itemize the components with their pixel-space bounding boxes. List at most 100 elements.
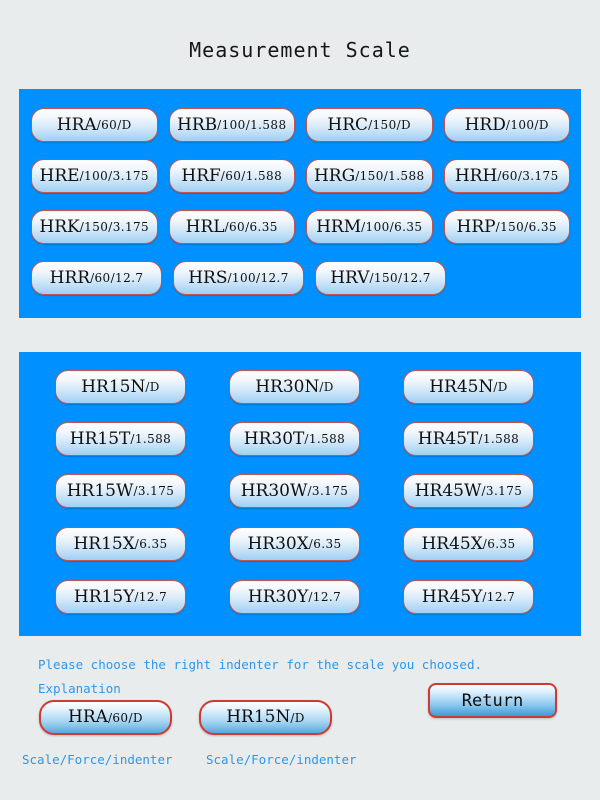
scale-button-hr45x[interactable]: HR45X/6.35 (403, 527, 534, 561)
scale-button-hrc[interactable]: HRC/150/D (306, 108, 433, 142)
scale-code: HR30N (255, 376, 320, 397)
scale-code: HRF (181, 165, 221, 186)
scale-button-hrs[interactable]: HRS/100/12.7 (173, 261, 304, 295)
scale-code: HRG (313, 165, 356, 186)
scale-spec: /150/6.35 (495, 220, 557, 234)
scale-spec: /100/1.588 (217, 118, 287, 132)
scale-spec: /150/12.7 (369, 271, 431, 285)
scale-button-hr45y[interactable]: HR45Y/12.7 (403, 580, 534, 614)
scale-spec: /60/6.35 (224, 220, 278, 234)
scale-button-hr30x[interactable]: HR30X/6.35 (229, 527, 360, 561)
superficial-row-3: HR15W/3.175 HR30W/3.175 HR45W/3.175 (55, 474, 581, 508)
scale-button-hr30w[interactable]: HR30W/3.175 (229, 474, 360, 508)
example-button-hra[interactable]: HRA/60/D (39, 700, 172, 735)
scale-code: HRH (454, 165, 498, 186)
scale-button-hr15w[interactable]: HR15W/3.175 (55, 474, 186, 508)
scale-code: HRP (456, 216, 496, 237)
scale-code: HRV (330, 267, 370, 288)
scale-code: HRE (39, 165, 80, 186)
scale-code: HRK (39, 216, 80, 237)
scale-code: HR15T (69, 428, 131, 449)
scale-code: HRS (188, 267, 228, 288)
scale-spec: /100/3.175 (79, 169, 149, 183)
scale-spec: /D (493, 380, 508, 394)
scale-code: HR30T (243, 428, 305, 449)
scale-spec: /60/D (96, 118, 132, 132)
superficial-row-2: HR15T/1.588 HR30T/1.588 HR45T/1.588 (55, 422, 581, 456)
scale-code: HRR (49, 267, 91, 288)
scale-code: HRA (68, 707, 108, 727)
scale-button-hr30y[interactable]: HR30Y/12.7 (229, 580, 360, 614)
superficial-row-1: HR15N/D HR30N/D HR45N/D (55, 370, 581, 404)
scale-code: HRL (185, 216, 225, 237)
scale-code: HR30X (247, 533, 309, 554)
scale-code: HR45T (417, 428, 479, 449)
scale-row-2: HRE/100/3.175 HRF/60/1.588 HRG/150/1.588… (31, 159, 581, 193)
scale-button-hrm[interactable]: HRM/100/6.35 (306, 210, 433, 244)
scale-code: HRA (56, 114, 97, 135)
superficial-row-4: HR15X/6.35 HR30X/6.35 HR45X/6.35 (55, 527, 581, 561)
scale-spec: /12.7 (308, 590, 342, 604)
scale-button-hrk[interactable]: HRK/150/3.175 (31, 210, 158, 244)
scale-spec: /6.35 (482, 537, 516, 551)
scale-spec: /100/12.7 (227, 271, 289, 285)
legend-left: Scale/Force/indenter (22, 752, 173, 767)
scale-code: HR15X (73, 533, 135, 554)
scale-button-hre[interactable]: HRE/100/3.175 (31, 159, 158, 193)
instruction-text: Please choose the right indenter for the… (38, 657, 483, 672)
scale-code: HR15Y (73, 586, 135, 607)
return-button-label: Return (461, 690, 524, 711)
scale-button-hr15t[interactable]: HR15T/1.588 (55, 422, 186, 456)
scale-code: HRC (327, 114, 369, 135)
scale-code: HR45W (414, 480, 482, 501)
scale-button-hr30n[interactable]: HR30N/D (229, 370, 360, 404)
scale-button-hrh[interactable]: HRH/60/3.175 (443, 159, 570, 193)
scale-button-hr15n[interactable]: HR15N/D (55, 370, 186, 404)
scale-button-hrb[interactable]: HRB/100/1.588 (168, 108, 295, 142)
scale-code: HR15N (226, 707, 291, 727)
scale-button-hr45w[interactable]: HR45W/3.175 (403, 474, 534, 508)
scale-code: HR30W (240, 480, 308, 501)
scale-button-hr15x[interactable]: HR15X/6.35 (55, 527, 186, 561)
measurement-scale-screen: Measurement Scale HRA/60/D HRB/100/1.588… (0, 0, 600, 800)
scale-spec: /150/3.175 (79, 220, 150, 234)
scale-spec: /1.588 (478, 432, 520, 446)
scale-spec: /100/6.35 (361, 220, 423, 234)
scale-spec: /3.175 (481, 484, 523, 498)
scale-button-hr15y[interactable]: HR15Y/12.7 (55, 580, 186, 614)
legend-right: Scale/Force/indenter (206, 752, 357, 767)
scale-code: HRD (464, 114, 506, 135)
scale-spec: /6.35 (308, 537, 342, 551)
scale-code: HR45Y (421, 586, 483, 607)
scale-button-hr30t[interactable]: HR30T/1.588 (229, 422, 360, 456)
scale-button-hrr[interactable]: HRR/60/12.7 (31, 261, 162, 295)
scale-spec: /60/12.7 (90, 271, 144, 285)
scale-spec: /1.588 (130, 432, 172, 446)
scale-code: HR15W (66, 480, 134, 501)
scale-button-hrl[interactable]: HRL/60/6.35 (168, 210, 295, 244)
scale-button-hr45n[interactable]: HR45N/D (403, 370, 534, 404)
scale-button-hrd[interactable]: HRD/100/D (443, 108, 570, 142)
scale-spec: /150/1.588 (355, 169, 425, 183)
scale-row-4: HRR/60/12.7 HRS/100/12.7 HRV/150/12.7 (31, 261, 581, 295)
scale-spec: /D (145, 380, 160, 394)
scale-button-hr45t[interactable]: HR45T/1.588 (403, 422, 534, 456)
scale-button-hrv[interactable]: HRV/150/12.7 (315, 261, 446, 295)
superficial-row-5: HR15Y/12.7 HR30Y/12.7 HR45Y/12.7 (55, 580, 581, 614)
scale-code: HR15N (81, 376, 146, 397)
scale-code: HR45X (421, 533, 483, 554)
scale-button-hrp[interactable]: HRP/150/6.35 (443, 210, 570, 244)
scale-code: HR45N (429, 376, 494, 397)
scale-code: HRM (316, 216, 362, 237)
regular-scales-panel: HRA/60/D HRB/100/1.588 HRC/150/D HRD/100… (19, 89, 581, 318)
scale-spec: /D (290, 710, 305, 725)
scale-button-hrf[interactable]: HRF/60/1.588 (168, 159, 295, 193)
scale-row-1: HRA/60/D HRB/100/1.588 HRC/150/D HRD/100… (31, 108, 581, 142)
scale-button-hrg[interactable]: HRG/150/1.588 (306, 159, 433, 193)
example-button-hr15n[interactable]: HR15N/D (199, 700, 332, 735)
scale-spec: /D (319, 380, 334, 394)
return-button[interactable]: Return (428, 683, 557, 718)
superficial-scales-panel: HR15N/D HR30N/D HR45N/D HR15T/1.588 HR30… (19, 352, 581, 636)
scale-button-hra[interactable]: HRA/60/D (31, 108, 158, 142)
scale-spec: /60/D (107, 710, 143, 725)
